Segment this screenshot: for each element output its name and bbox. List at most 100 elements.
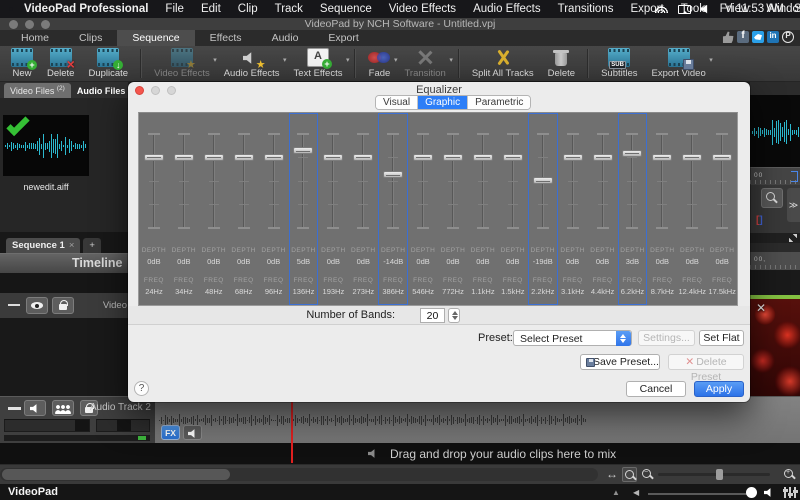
expand-panel-button[interactable]: ≫ — [787, 188, 800, 222]
tab-effects[interactable]: Effects — [195, 30, 257, 46]
delete-button[interactable]: Delete — [541, 46, 582, 81]
menu-item-transitions[interactable]: Transitions — [558, 3, 614, 15]
slider-handle[interactable] — [323, 154, 343, 161]
slider-handle[interactable] — [682, 154, 702, 161]
video-effects-button[interactable]: ★Video Effects▾ — [147, 46, 217, 81]
expand-up-icon[interactable]: ▲ — [612, 488, 620, 497]
apply-button[interactable]: Apply — [694, 381, 744, 397]
tab-visual[interactable]: Visual — [376, 96, 418, 109]
tab-clips[interactable]: Clips — [64, 30, 117, 46]
delete-preset-button[interactable]: ✕Delete Preset — [668, 354, 744, 370]
delete-button[interactable]: ×Delete — [40, 46, 81, 81]
menu-item-clip[interactable]: Clip — [238, 3, 258, 15]
mixer-icon[interactable] — [784, 487, 797, 498]
audio-effects-button[interactable]: ★Audio Effects▾ — [217, 46, 287, 81]
menu-item-edit[interactable]: Edit — [201, 3, 221, 15]
stepper-down-icon[interactable] — [452, 316, 458, 320]
slider-handle[interactable] — [383, 171, 403, 178]
linkedin-icon[interactable] — [767, 31, 779, 43]
fade-button[interactable]: Fade▾ — [361, 46, 397, 81]
new-button[interactable]: +New — [4, 46, 40, 81]
volume-icon[interactable] — [701, 5, 710, 14]
preset-dropdown[interactable]: Select Preset — [513, 330, 632, 346]
playhead[interactable] — [291, 396, 293, 463]
stepper-up-icon[interactable] — [452, 311, 458, 315]
track-visibility-button[interactable] — [26, 297, 48, 314]
settings-button[interactable]: Settings... — [638, 330, 695, 346]
menu-item-sequence[interactable]: Sequence — [320, 3, 372, 15]
slider-handle[interactable] — [563, 154, 583, 161]
slider-handle[interactable] — [593, 154, 613, 161]
expand-icon[interactable] — [789, 234, 797, 242]
slider-thumb[interactable] — [75, 420, 89, 431]
slider-handle[interactable] — [652, 154, 672, 161]
tab-video-files[interactable]: Video Files (2) — [4, 83, 71, 98]
track-mixer-button[interactable] — [52, 400, 74, 416]
slider-handle[interactable] — [503, 154, 523, 161]
subtitles-button[interactable]: SUBSubtitles — [594, 46, 644, 81]
master-volume-slider[interactable] — [648, 493, 754, 495]
export-video-button[interactable]: Export Video▾ — [645, 46, 713, 81]
help-button[interactable]: ? — [134, 381, 149, 396]
collapse-track-icon[interactable] — [8, 304, 20, 306]
clip-mute-button[interactable] — [183, 425, 202, 440]
twitter-icon[interactable] — [752, 31, 764, 43]
menu-item-audio-effects[interactable]: Audio Effects — [473, 3, 541, 15]
save-preset-button[interactable]: Save Preset... — [580, 354, 660, 370]
fx-button[interactable]: FX — [161, 425, 180, 440]
slider-handle[interactable] — [413, 154, 433, 161]
zoom-selection-button[interactable] — [622, 467, 637, 482]
slider-handle[interactable] — [353, 154, 373, 161]
menu-item-videopad-professional[interactable]: VideoPad Professional — [24, 3, 148, 15]
track-lock-button[interactable] — [52, 297, 74, 314]
duplicate-button[interactable]: ↓Duplicate — [81, 46, 135, 81]
timeline-zoom-slider[interactable] — [658, 473, 770, 476]
slider-handle[interactable] — [533, 177, 553, 184]
slider-handle[interactable] — [264, 154, 284, 161]
volume-min-icon[interactable]: ◀ — [633, 488, 639, 497]
track-mute-button[interactable] — [24, 400, 46, 416]
volume-slider[interactable] — [4, 419, 90, 432]
tab-audio-files[interactable]: Audio Files ( — [71, 83, 136, 98]
facebook-icon[interactable] — [737, 31, 749, 43]
menu-item-file[interactable]: File — [165, 3, 184, 15]
transition-button[interactable]: Transition▾ — [397, 46, 452, 81]
cancel-button[interactable]: Cancel — [626, 381, 686, 397]
zoom-button-small[interactable] — [761, 188, 783, 208]
menu-clock[interactable]: Fri 11:53 AM — [720, 3, 784, 15]
tab-sequence[interactable]: Sequence — [117, 30, 194, 46]
tab-parametric[interactable]: Parametric — [468, 96, 530, 109]
tab-export[interactable]: Export — [313, 30, 373, 46]
slider-handle[interactable] — [293, 147, 313, 154]
menu-item-track[interactable]: Track — [275, 3, 303, 15]
slider-handle[interactable] — [712, 154, 732, 161]
split-all-tracks-button[interactable]: Split All Tracks — [465, 46, 541, 81]
tab-home[interactable]: Home — [6, 30, 64, 46]
fit-width-icon[interactable]: ↔ — [606, 467, 618, 481]
slider-handle[interactable] — [204, 154, 224, 161]
tab-sequence-1[interactable]: Sequence 1× — [6, 238, 80, 253]
audio-clip-thumbnail[interactable] — [3, 115, 89, 176]
slider-handle[interactable] — [144, 154, 164, 161]
remove-clip-icon[interactable]: ✕ — [756, 301, 766, 315]
set-flat-button[interactable]: Set Flat — [699, 330, 744, 346]
volume-slider-thumb[interactable] — [746, 487, 757, 498]
text-effects-button[interactable]: +Text Effects▾ — [287, 46, 350, 81]
tab-audio[interactable]: Audio — [257, 30, 314, 46]
slider-handle[interactable] — [234, 154, 254, 161]
set-region-button[interactable]: [] — [756, 212, 776, 229]
close-tab-icon[interactable]: × — [69, 240, 75, 251]
menu-item-video-effects[interactable]: Video Effects — [389, 3, 456, 15]
slider-handle[interactable] — [622, 150, 642, 157]
slider-handle[interactable] — [473, 154, 493, 161]
zoom-in-button[interactable]: + — [782, 467, 797, 482]
number-of-bands-input[interactable]: 20 — [420, 308, 445, 323]
add-sequence-button[interactable]: + — [83, 238, 101, 253]
pan-slider[interactable] — [96, 419, 150, 432]
pinterest-icon[interactable] — [782, 31, 794, 43]
zoom-out-button[interactable]: − — [640, 467, 655, 482]
scrollbar-thumb[interactable] — [2, 469, 230, 480]
number-of-bands-stepper[interactable] — [448, 308, 460, 323]
display-mirroring-icon[interactable] — [678, 5, 691, 14]
slider-handle[interactable] — [443, 154, 463, 161]
